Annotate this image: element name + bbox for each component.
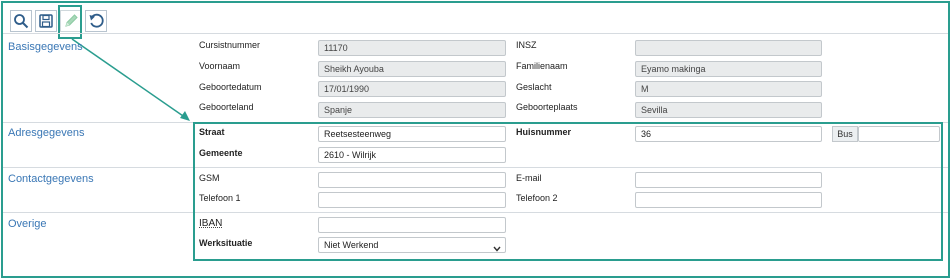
voornaam-field[interactable]	[318, 61, 506, 77]
familienaam-label: Familienaam	[516, 61, 568, 71]
section-title-adresgegevens: Adresgegevens	[8, 127, 85, 139]
werksituatie-label: Werksituatie	[199, 238, 253, 248]
huisnummer-field[interactable]	[635, 126, 822, 142]
iban-label: IBAN	[199, 218, 223, 229]
familienaam-field[interactable]	[635, 61, 822, 77]
telefoon1-field[interactable]	[318, 192, 506, 208]
geboorteland-label: Geboorteland	[199, 102, 254, 112]
insz-field[interactable]	[635, 40, 822, 56]
telefoon2-label: Telefoon 2	[516, 193, 558, 203]
chevron-down-icon	[493, 242, 501, 256]
telefoon1-label: Telefoon 1	[199, 193, 241, 203]
straat-label: Straat	[199, 127, 225, 137]
section-title-contactgegevens: Contactgegevens	[8, 173, 94, 185]
cursistnummer-field[interactable]	[318, 40, 506, 56]
straat-field[interactable]	[318, 126, 506, 142]
werksituatie-value: Niet Werkend	[324, 240, 379, 250]
telefoon2-field[interactable]	[635, 192, 822, 208]
gemeente-field[interactable]	[318, 147, 506, 163]
email-label: E-mail	[516, 173, 542, 183]
iban-field[interactable]	[318, 217, 506, 233]
geslacht-field[interactable]	[635, 81, 822, 97]
geboortedatum-field[interactable]	[318, 81, 506, 97]
bus-field[interactable]	[858, 126, 940, 142]
section-title-basisgegevens: Basisgegevens	[8, 41, 83, 53]
geboorteplaats-field[interactable]	[635, 102, 822, 118]
email-field[interactable]	[635, 172, 822, 188]
huisnummer-label: Huisnummer	[516, 127, 572, 137]
geboorteplaats-label: Geboorteplaats	[516, 102, 578, 112]
cursistnummer-label: Cursistnummer	[199, 40, 261, 50]
section-title-overige: Overige	[8, 218, 47, 230]
editable-fields-highlight	[193, 122, 943, 261]
divider-toolbar	[3, 33, 948, 34]
werksituatie-select[interactable]: Niet Werkend	[318, 237, 506, 253]
geboorteland-field[interactable]	[318, 102, 506, 118]
voornaam-label: Voornaam	[199, 61, 241, 71]
gemeente-label: Gemeente	[199, 148, 243, 158]
bus-label: Bus	[832, 126, 858, 142]
geboortedatum-label: Geboortedatum	[199, 82, 262, 92]
gsm-label: GSM	[199, 173, 220, 183]
insz-label: INSZ	[516, 40, 537, 50]
gsm-field[interactable]	[318, 172, 506, 188]
geslacht-label: Geslacht	[516, 82, 552, 92]
